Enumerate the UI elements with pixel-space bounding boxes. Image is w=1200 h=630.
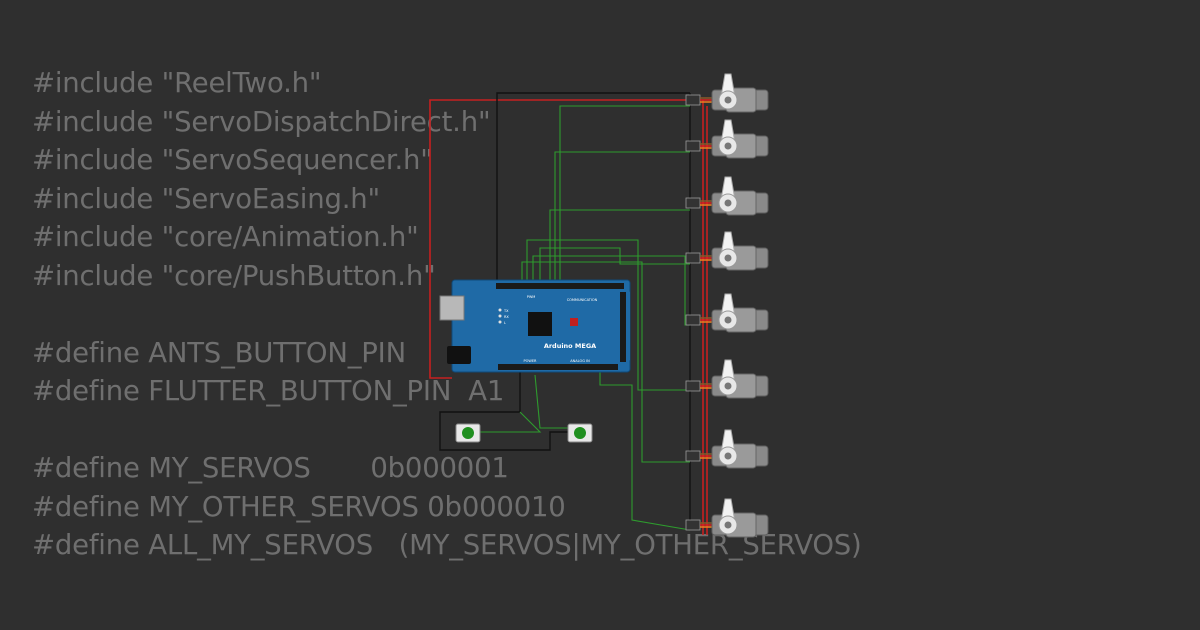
- board-label-analog: ANALOG IN: [570, 359, 590, 363]
- board-name: Arduino MEGA: [544, 342, 596, 350]
- reset-button: [570, 318, 578, 326]
- board-label-tx: TX: [503, 309, 509, 313]
- servo-motor-icon[interactable]: [685, 231, 769, 271]
- servo-motor-icon[interactable]: [685, 498, 769, 538]
- board-label-rx: RX: [504, 315, 509, 319]
- pushbutton-icon[interactable]: [567, 423, 593, 443]
- board-label-communication: COMMUNICATION: [567, 298, 598, 302]
- microcontroller-chip-icon: [528, 312, 552, 336]
- servo-motor-icon[interactable]: [685, 293, 769, 333]
- circuit-diagram: Arduino MEGA COMMUNICATION PWM POWER ANA…: [429, 73, 769, 538]
- servo-motor-icon[interactable]: [685, 176, 769, 216]
- servo-motor-icon[interactable]: [685, 119, 769, 159]
- servo-motor-icon[interactable]: [685, 73, 769, 113]
- board-label-pwm: PWM: [527, 295, 536, 299]
- servo-motor-icon[interactable]: [685, 429, 769, 469]
- arduino-mega-board: Arduino MEGA COMMUNICATION PWM POWER ANA…: [439, 279, 631, 373]
- top-header: [496, 283, 624, 289]
- dc-jack: [447, 346, 471, 364]
- side-header: [620, 292, 626, 362]
- usb-port: [439, 295, 465, 321]
- board-label-l: L: [504, 321, 506, 325]
- bottom-header: [498, 364, 618, 370]
- pushbutton-icon[interactable]: [455, 423, 481, 443]
- board-label-power: POWER: [524, 359, 538, 363]
- servo-column: [685, 73, 769, 538]
- servo-motor-icon[interactable]: [685, 359, 769, 399]
